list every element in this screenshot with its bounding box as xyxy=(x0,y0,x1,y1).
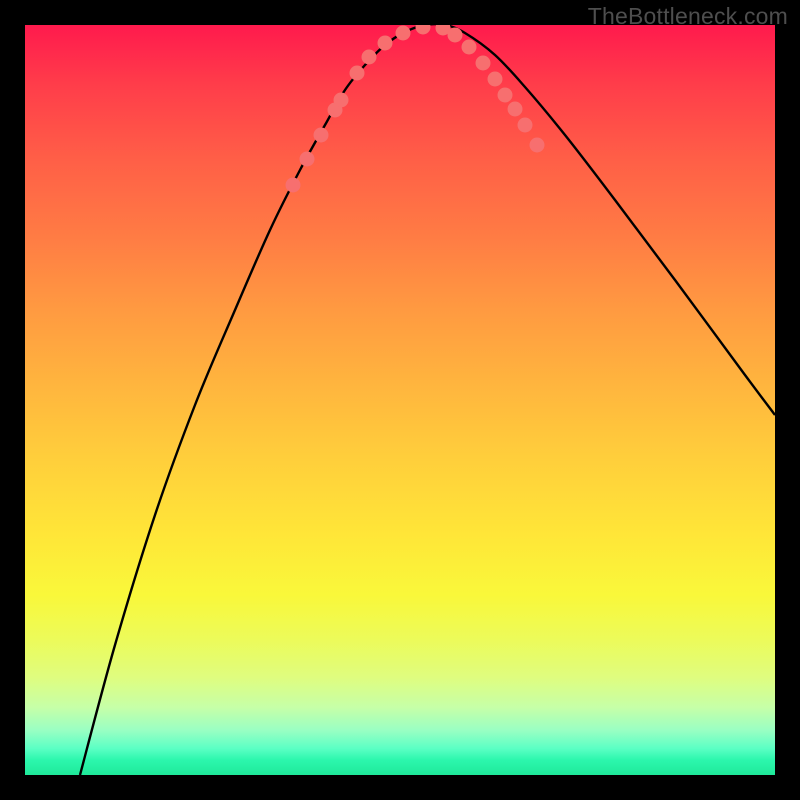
data-point xyxy=(476,56,491,71)
bottleneck-curve xyxy=(80,25,775,775)
outer-frame: TheBottleneck.com xyxy=(0,0,800,800)
data-point xyxy=(300,152,315,167)
watermark-text: TheBottleneck.com xyxy=(588,3,788,30)
data-points xyxy=(286,25,545,193)
data-point xyxy=(448,28,463,43)
data-point xyxy=(378,36,393,51)
chart-svg xyxy=(25,25,775,775)
data-point xyxy=(334,93,349,108)
data-point xyxy=(416,25,431,35)
data-point xyxy=(508,102,523,117)
data-point xyxy=(462,40,477,55)
data-point xyxy=(498,88,513,103)
data-point xyxy=(362,50,377,65)
data-point xyxy=(350,66,365,81)
data-point xyxy=(518,118,533,133)
data-point xyxy=(488,72,503,87)
data-point xyxy=(314,128,329,143)
data-point xyxy=(396,26,411,41)
data-point xyxy=(286,178,301,193)
plot-area xyxy=(25,25,775,775)
data-point xyxy=(530,138,545,153)
